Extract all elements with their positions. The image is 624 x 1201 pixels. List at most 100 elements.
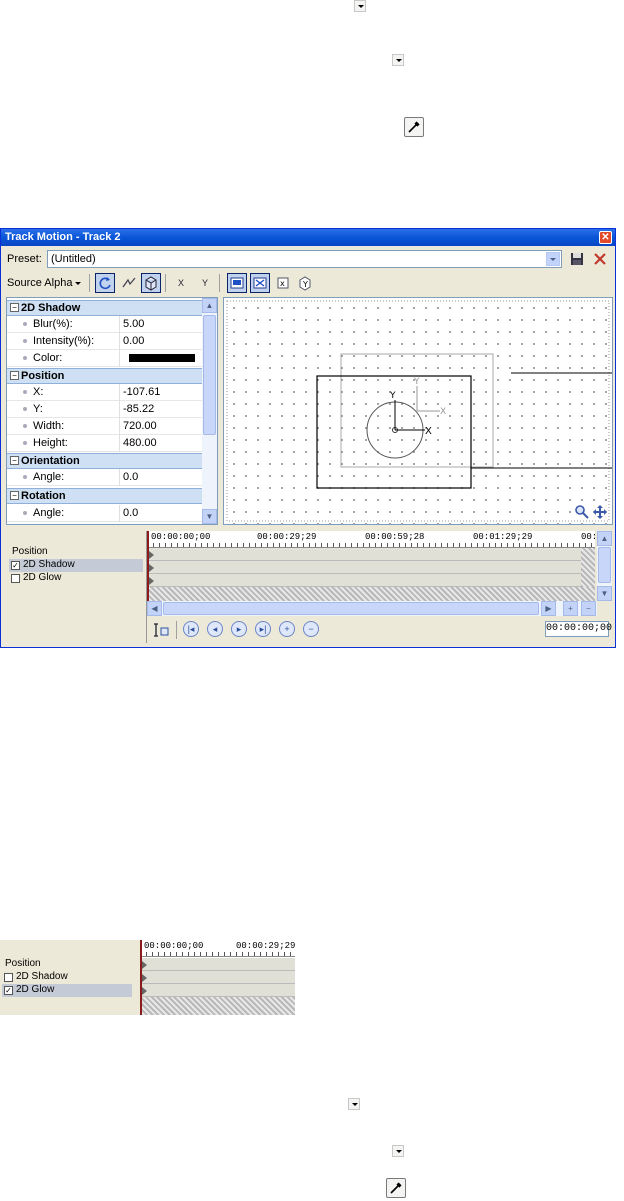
zoom-out-button[interactable]: −	[581, 601, 596, 616]
scroll-down-button[interactable]: ▼	[597, 586, 612, 601]
color-swatch[interactable]	[129, 354, 195, 362]
dropdown-arrow-button[interactable]	[354, 0, 366, 12]
property-value[interactable]: -85.22	[123, 403, 154, 415]
add-keyframe-button[interactable]: +	[279, 621, 295, 637]
track-item-2d-shadow[interactable]: ✓ 2D Shadow	[9, 559, 143, 572]
motion-canvas[interactable]: X Y X Y	[223, 297, 613, 525]
property-value[interactable]: -107.61	[123, 386, 160, 398]
property-value[interactable]: 0.0	[123, 471, 138, 483]
scroll-up-button[interactable]: ▲	[597, 531, 612, 546]
timecode-display[interactable]: 00:00:00;00	[545, 621, 612, 637]
rotate-mode-button[interactable]	[95, 273, 115, 293]
track-item-position[interactable]: Position	[9, 546, 143, 559]
property-row-orientation-angle[interactable]: Angle: 0.0	[7, 469, 202, 486]
timeline-hscroll[interactable]: ◀ ▶	[147, 601, 597, 616]
scroll-thumb[interactable]	[598, 547, 611, 583]
property-value[interactable]: 720.00	[123, 420, 157, 432]
next-keyframe-button[interactable]: ▸	[231, 621, 247, 637]
dropdown-arrow-button[interactable]	[392, 1145, 404, 1157]
lock-y-axis-button[interactable]: Y	[295, 273, 315, 293]
snippet-track-position[interactable]: Position	[2, 958, 132, 971]
keyframe-lane[interactable]	[149, 574, 581, 587]
section-2d-shadow[interactable]: − 2D Shadow	[7, 300, 202, 316]
color-picker-button[interactable]	[386, 1178, 406, 1198]
time-ruler[interactable]: 00:00:00;00 00:00:29;29 00:00:59;28 00:0…	[147, 531, 595, 548]
chevron-down-icon[interactable]	[75, 282, 81, 285]
scroll-right-button[interactable]: ▶	[541, 601, 556, 616]
collapse-icon[interactable]: −	[10, 491, 19, 500]
prevent-stretch-button[interactable]	[250, 273, 270, 293]
edit-mode-button[interactable]	[227, 273, 247, 293]
dropdown-arrow-button[interactable]	[348, 1098, 360, 1110]
collapse-icon[interactable]: −	[10, 303, 19, 312]
scroll-up-button[interactable]: ▲	[202, 298, 217, 313]
delete-preset-button[interactable]	[591, 250, 609, 268]
section-rotation[interactable]: − Rotation	[7, 488, 202, 504]
snippet-track-2d-glow[interactable]: ✓ 2D Glow	[2, 984, 132, 997]
chevron-down-icon[interactable]	[546, 252, 560, 266]
property-row-blur[interactable]: Blur(%): 5.00	[7, 316, 202, 333]
property-row-y[interactable]: Y: -85.22	[7, 401, 202, 418]
first-keyframe-button[interactable]: |◂	[183, 621, 199, 637]
property-value[interactable]: 0.00	[123, 335, 144, 347]
property-value[interactable]: 480.00	[123, 437, 157, 449]
property-row-rotation-angle[interactable]: Angle: 0.0	[7, 505, 202, 522]
zoom-in-button[interactable]: +	[563, 601, 578, 616]
checkbox[interactable]	[11, 574, 20, 583]
timeline-vscroll[interactable]: ▲ ▼	[597, 531, 612, 601]
3d-view-button[interactable]	[141, 273, 161, 293]
property-row-intensity[interactable]: Intensity(%): 0.00	[7, 333, 202, 350]
section-orientation[interactable]: − Orientation	[7, 453, 202, 469]
snippet-track-2d-shadow[interactable]: 2D Shadow	[2, 971, 132, 984]
cursor-line[interactable]	[147, 531, 149, 601]
lock-y-icon: Y	[201, 278, 208, 288]
keyframe-lane[interactable]	[142, 984, 295, 997]
cursor-line[interactable]	[140, 940, 142, 1015]
zoom-button[interactable]	[574, 504, 590, 520]
section-position[interactable]: − Position	[7, 368, 202, 384]
close-button[interactable]: ✕	[599, 231, 612, 244]
last-keyframe-icon: ▸|	[259, 624, 267, 634]
property-value[interactable]: 0.0	[123, 507, 138, 519]
track-item-2d-glow[interactable]: 2D Glow	[9, 572, 143, 585]
checkbox[interactable]: ✓	[4, 986, 13, 995]
keyframe-lane[interactable]	[149, 561, 581, 574]
dropdown-arrow-button[interactable]	[392, 54, 404, 66]
keyframe-timeline[interactable]: 00:00:00;00 00:00:29;29 00:00:59;28 00:0…	[147, 531, 595, 601]
move-button[interactable]	[592, 504, 608, 520]
preset-dropdown[interactable]: (Untitled)	[47, 250, 562, 268]
property-row-height[interactable]: Height: 480.00	[7, 435, 202, 452]
lock-x-axis-button[interactable]: x	[273, 273, 293, 293]
last-keyframe-button[interactable]: ▸|	[255, 621, 271, 637]
color-picker-button[interactable]	[404, 117, 424, 137]
properties-scrollbar[interactable]: ▲ ▼	[202, 298, 217, 524]
lock-y-button[interactable]: Y	[195, 273, 215, 293]
property-row-width[interactable]: Width: 720.00	[7, 418, 202, 435]
property-row-color[interactable]: Color:	[7, 350, 202, 367]
sync-cursor-button[interactable]	[153, 621, 171, 639]
keyframe-lane[interactable]	[149, 548, 581, 561]
scroll-thumb[interactable]	[163, 602, 539, 615]
snap-button[interactable]	[119, 273, 139, 293]
ruler-label: 00:00:29;29	[257, 532, 317, 542]
checkbox[interactable]: ✓	[11, 561, 20, 570]
scroll-left-button[interactable]: ◀	[147, 601, 162, 616]
add-keyframe-icon: +	[284, 624, 290, 634]
lock-x-button[interactable]: X	[171, 273, 191, 293]
scroll-thumb[interactable]	[203, 315, 216, 435]
scroll-down-button[interactable]: ▼	[202, 509, 217, 524]
keyframe-lane[interactable]	[142, 958, 295, 971]
property-row-x[interactable]: X: -107.61	[7, 384, 202, 401]
keyframe-lane[interactable]	[142, 971, 295, 984]
save-preset-button[interactable]	[568, 250, 586, 268]
snippet-timeline[interactable]: 00:00:00;00 00:00:29;29	[140, 940, 295, 1015]
section-title: Position	[21, 370, 65, 382]
source-alpha-label[interactable]: Source Alpha	[7, 277, 72, 289]
collapse-icon[interactable]: −	[10, 371, 19, 380]
collapse-icon[interactable]: −	[10, 456, 19, 465]
checkbox[interactable]	[4, 973, 13, 982]
delete-keyframe-button[interactable]: −	[303, 621, 319, 637]
property-value[interactable]: 5.00	[123, 318, 144, 330]
previous-keyframe-button[interactable]: ◂	[207, 621, 223, 637]
time-ruler[interactable]: 00:00:00;00 00:00:29;29	[140, 940, 295, 957]
